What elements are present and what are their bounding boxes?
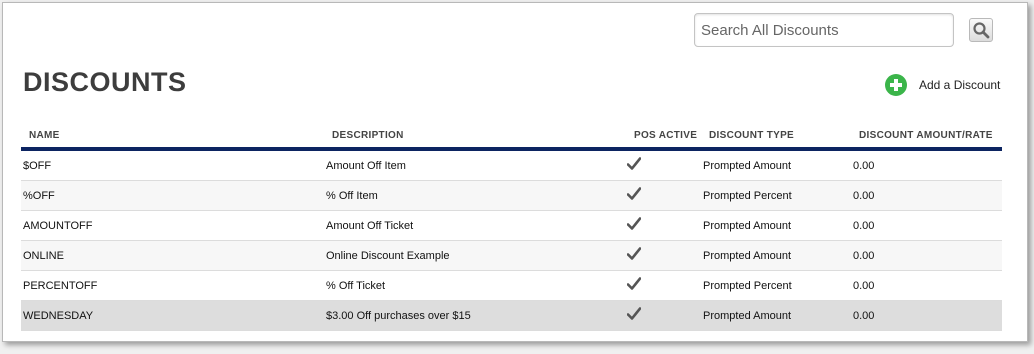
checkmark-icon [627,247,641,260]
column-header-amount-rate[interactable]: DISCOUNT AMOUNT/RATE [859,130,993,141]
cell-description: Amount Off Item [326,160,406,172]
cell-discount-type: Prompted Amount [703,220,792,232]
search-icon [973,22,990,39]
cell-amount: 0.00 [853,280,875,292]
table-header: NAME DESCRIPTION POS ACTIVE DISCOUNT TYP… [21,123,1002,151]
cell-name: AMOUNTOFF [23,220,93,232]
cell-discount-type: Prompted Amount [703,250,792,262]
cell-description: Online Discount Example [326,250,450,262]
search-button[interactable] [969,18,993,42]
cell-discount-type: Prompted Amount [703,160,792,172]
cell-amount: 0.00 [853,250,875,262]
add-discount-label: Add a Discount [919,78,1001,92]
plus-circle-icon [885,74,907,96]
cell-description: Amount Off Ticket [326,220,414,232]
table-row[interactable]: AMOUNTOFF Amount Off Ticket Prompted Amo… [21,211,1002,241]
search-input[interactable] [694,13,954,47]
cell-amount: 0.00 [853,160,875,172]
table-row-selected[interactable]: WEDNESDAY $3.00 Off purchases over $15 P… [21,301,1002,331]
column-header-name[interactable]: NAME [29,130,60,141]
checkmark-icon [627,187,641,200]
cell-name: WEDNESDAY [23,310,94,322]
add-discount-button[interactable]: Add a Discount [885,74,1000,96]
checkmark-icon [627,217,641,230]
cell-amount: 0.00 [853,190,875,202]
table-row[interactable]: PERCENTOFF % Off Ticket Prompted Percent… [21,271,1002,301]
column-header-discount-type[interactable]: DISCOUNT TYPE [709,130,794,141]
cell-description: % Off Item [326,190,378,202]
search-bar [694,13,954,47]
column-header-pos-active[interactable]: POS ACTIVE [634,130,697,141]
cell-name: %OFF [23,190,55,202]
page-title: DISCOUNTS [23,67,187,97]
column-header-description[interactable]: DESCRIPTION [332,130,404,141]
cell-description: $3.00 Off purchases over $15 [326,310,471,322]
cell-name: ONLINE [23,250,64,262]
cell-description: % Off Ticket [326,280,386,292]
checkmark-icon [627,157,641,170]
discounts-table: NAME DESCRIPTION POS ACTIVE DISCOUNT TYP… [21,123,1002,331]
cell-discount-type: Prompted Amount [703,310,792,322]
table-row[interactable]: %OFF % Off Item Prompted Percent 0.00 [21,181,1002,211]
discounts-panel: DISCOUNTS Add a Discount NAME DESCRIPTIO… [2,2,1028,342]
cell-discount-type: Prompted Percent [703,190,792,202]
checkmark-icon [627,307,641,320]
checkmark-icon [627,277,641,290]
table-row[interactable]: ONLINE Online Discount Example Prompted … [21,241,1002,271]
table-row[interactable]: $OFF Amount Off Item Prompted Amount 0.0… [21,151,1002,181]
cell-name: PERCENTOFF [23,280,98,292]
cell-amount: 0.00 [853,220,875,232]
cell-amount: 0.00 [853,310,875,322]
cell-discount-type: Prompted Percent [703,280,792,292]
cell-name: $OFF [23,160,52,172]
